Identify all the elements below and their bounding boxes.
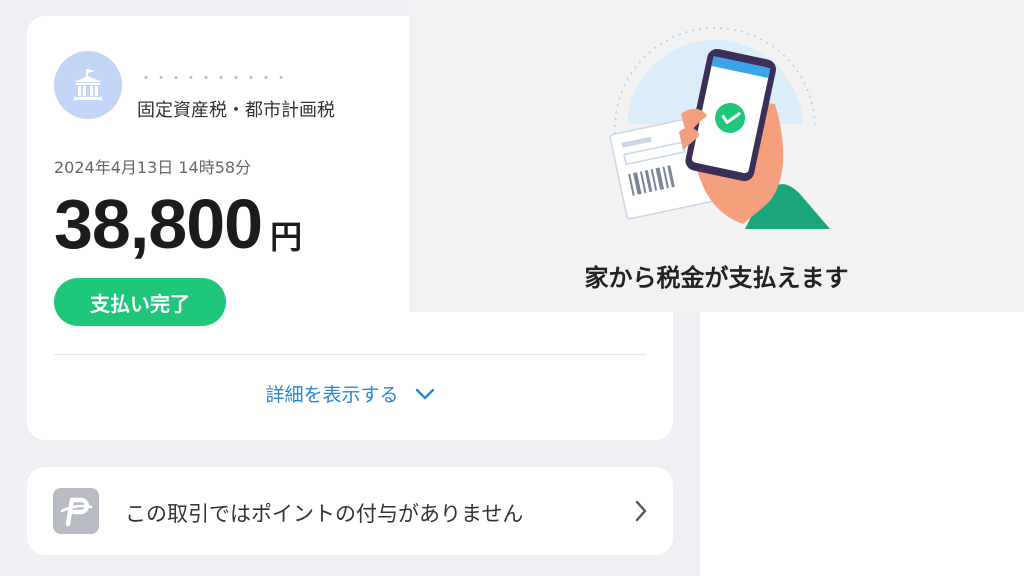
currency-unit: 円 <box>270 218 303 256</box>
amount-row: 38,800 円 <box>54 184 302 264</box>
divider <box>54 354 646 355</box>
chevron-right-icon <box>635 500 647 526</box>
payment-amount: 38,800 <box>54 185 263 263</box>
show-details-label: 詳細を表示する <box>265 384 399 406</box>
tax-type-label: 固定資産税・都市計画税 <box>137 100 335 121</box>
show-details-button[interactable]: 詳細を表示する <box>27 380 673 407</box>
promo-banner[interactable]: 家から税金が支払えます <box>409 0 1024 312</box>
phone-payment-illustration <box>609 27 833 236</box>
points-message: この取引ではポイントの付与がありません <box>125 502 524 526</box>
status-badge: 支払い完了 <box>54 278 226 326</box>
payment-datetime: 2024年4月13日 14時58分 <box>54 158 252 177</box>
payee-name: ・・・・・・・・・・ <box>139 71 289 87</box>
chevron-down-icon <box>415 383 435 405</box>
government-building-icon <box>54 51 122 119</box>
points-row[interactable]: この取引ではポイントの付与がありません <box>27 467 673 555</box>
promo-title: 家から税金が支払えます <box>584 264 849 292</box>
paypay-logo-icon <box>53 488 99 534</box>
